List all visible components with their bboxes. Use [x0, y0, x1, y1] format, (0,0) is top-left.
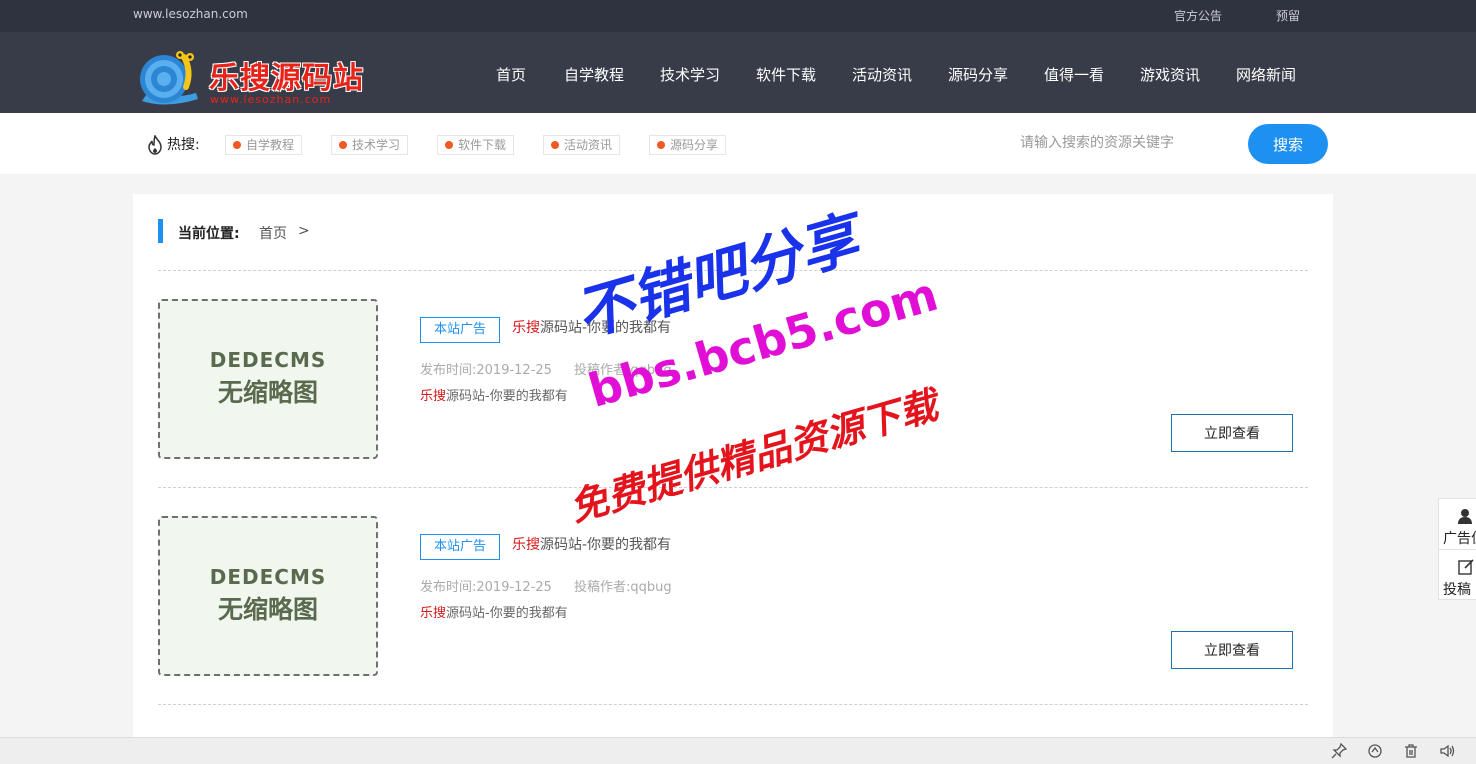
hot-tag-tech-learning[interactable]: 技术学习 — [331, 135, 409, 155]
announcement-link[interactable]: 官方公告 — [1174, 7, 1222, 24]
hot-search-label: 热搜: — [167, 137, 200, 153]
article-thumbnail[interactable]: DEDECMS 无缩略图 — [158, 299, 378, 459]
search-input[interactable] — [1020, 130, 1230, 156]
article-thumbnail[interactable]: DEDECMS 无缩略图 — [158, 516, 378, 676]
snail-logo-icon — [140, 51, 198, 105]
side-item-submit[interactable]: 投稿 — [1439, 549, 1476, 599]
nav-source-share[interactable]: 源码分享 — [948, 64, 1008, 85]
logo-text: 乐搜源码站 — [209, 61, 364, 96]
browser-status-bar — [0, 737, 1476, 764]
thumbnail-text-1: DEDECMS — [209, 565, 327, 589]
reserved-link[interactable]: 预留 — [1276, 7, 1300, 24]
publish-date: 发布时间:2019-12-25 — [420, 580, 552, 595]
main-header: 乐搜源码站 www.lesozhan.com 首页 自学教程 技术学习 软件下载… — [0, 32, 1476, 113]
nav-activity-news[interactable]: 活动资讯 — [852, 64, 912, 85]
desc-text: 源码站-你要的我都有 — [446, 606, 568, 621]
article-description: 乐搜源码站-你要的我都有 — [420, 602, 568, 621]
article-item: DEDECMS 无缩略图 本站广告 乐搜源码站-你要的我都有 发布时间:2019… — [133, 504, 1333, 721]
article-title-link[interactable]: 乐搜源码站-你要的我都有 — [512, 534, 671, 554]
nav-home[interactable]: 首页 — [496, 64, 526, 85]
search-button[interactable]: 搜索 — [1248, 124, 1328, 164]
pin-icon[interactable] — [1331, 743, 1347, 759]
refresh-icon[interactable] — [1367, 743, 1383, 759]
side-item-label: 广告位 — [1443, 531, 1476, 547]
thumbnail-text-2: 无缩略图 — [217, 378, 318, 407]
hot-tag-source-share[interactable]: 源码分享 — [649, 135, 727, 155]
breadcrumb-label: 当前位置: — [178, 226, 240, 242]
side-widget: 广告位 投稿 — [1438, 498, 1476, 600]
view-now-button[interactable]: 立即查看 — [1171, 414, 1293, 452]
speaker-icon[interactable] — [1439, 743, 1455, 759]
fire-icon — [148, 135, 162, 155]
ad-badge: 本站广告 — [420, 534, 500, 560]
nav-self-study[interactable]: 自学教程 — [564, 64, 624, 85]
desc-text: 源码站-你要的我都有 — [446, 389, 568, 404]
nav-game-news[interactable]: 游戏资讯 — [1140, 64, 1200, 85]
title-highlight: 乐搜 — [512, 537, 540, 553]
ad-badge: 本站广告 — [420, 317, 500, 343]
thumbnail-text-2: 无缩略图 — [217, 595, 318, 624]
article-meta: 发布时间:2019-12-25 投稿作者:qqbug — [420, 576, 672, 595]
search-bar: 热搜: 自学教程 技术学习 软件下载 活动资讯 源码分享 搜索 — [0, 113, 1476, 174]
title-highlight: 乐搜 — [512, 320, 540, 336]
divider — [158, 704, 1308, 705]
desc-highlight: 乐搜 — [420, 389, 447, 404]
breadcrumb-accent — [158, 219, 163, 243]
view-now-button[interactable]: 立即查看 — [1171, 631, 1293, 669]
hot-tag-software-download[interactable]: 软件下载 — [437, 135, 515, 155]
nav-tech-learning[interactable]: 技术学习 — [660, 64, 720, 85]
hot-tag-self-study[interactable]: 自学教程 — [225, 135, 303, 155]
top-bar: www.lesozhan.com 官方公告 预留 — [0, 0, 1476, 32]
publish-date: 发布时间:2019-12-25 — [420, 363, 552, 378]
breadcrumb-home-link[interactable]: 首页 — [259, 223, 287, 243]
site-domain: www.lesozhan.com — [133, 7, 248, 21]
side-item-ad-slot[interactable]: 广告位 — [1439, 499, 1476, 549]
title-text: 源码站-你要的我都有 — [540, 537, 672, 553]
user-icon — [1458, 509, 1472, 524]
nav-software-download[interactable]: 软件下载 — [756, 64, 816, 85]
nav-internet-news[interactable]: 网络新闻 — [1236, 64, 1296, 85]
hot-tag-activity-news[interactable]: 活动资讯 — [543, 135, 621, 155]
article-author: 投稿作者:qqbug — [573, 580, 672, 595]
edit-icon — [1458, 559, 1474, 575]
site-logo[interactable]: 乐搜源码站 www.lesozhan.com — [136, 47, 376, 107]
logo-url: www.lesozhan.com — [210, 93, 332, 106]
desc-highlight: 乐搜 — [420, 606, 447, 621]
nav-worth-a-look[interactable]: 值得一看 — [1044, 64, 1104, 85]
thumbnail-text-1: DEDECMS — [209, 348, 327, 372]
trash-icon[interactable] — [1403, 743, 1419, 759]
side-item-label: 投稿 — [1443, 582, 1471, 598]
breadcrumb-separator: > — [298, 223, 310, 239]
article-description: 乐搜源码站-你要的我都有 — [420, 385, 568, 404]
